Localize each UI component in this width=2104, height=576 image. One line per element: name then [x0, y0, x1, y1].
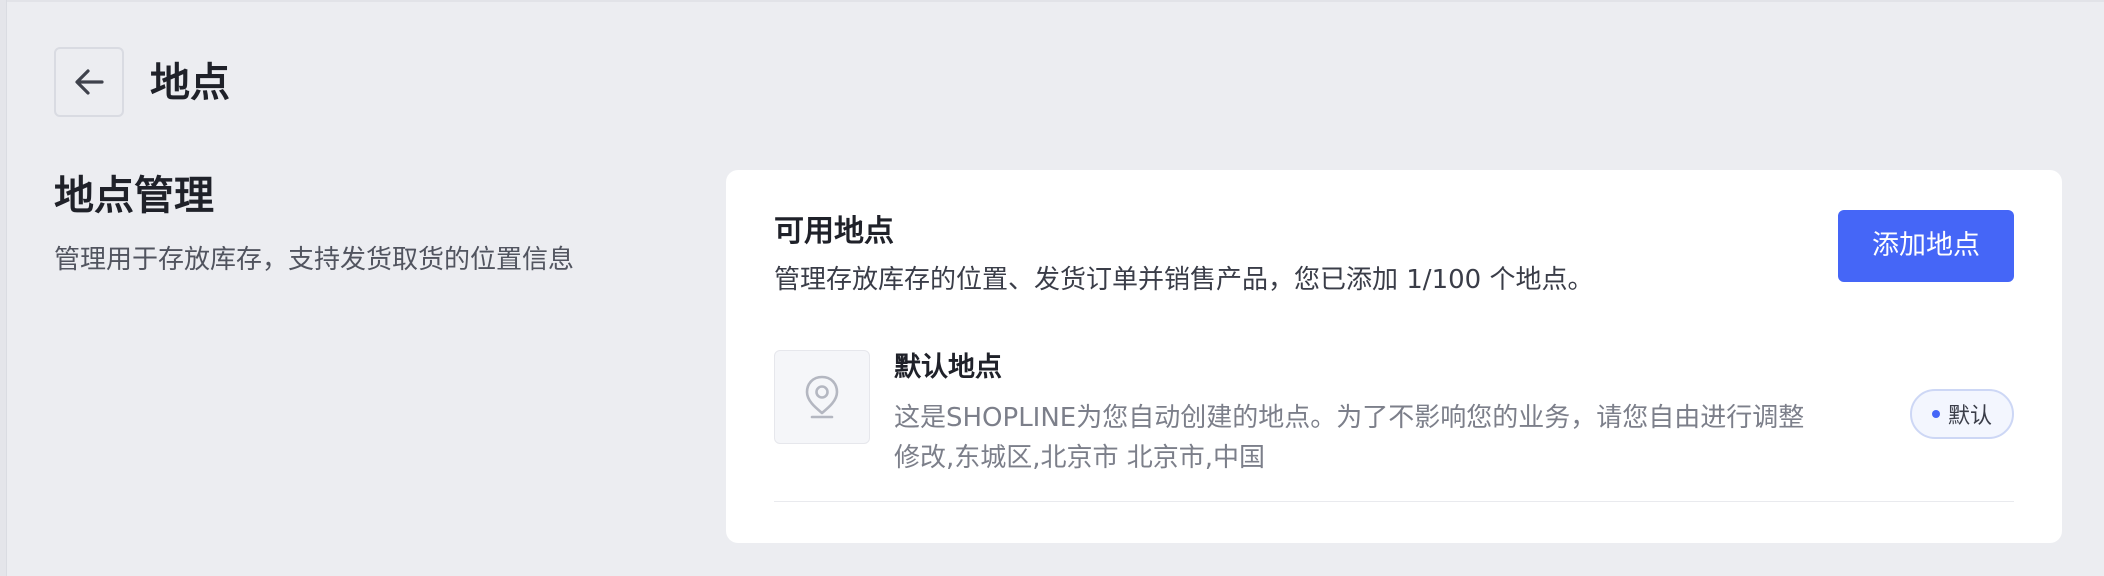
left-rail — [0, 0, 7, 576]
badge-label: 默认 — [1947, 404, 1992, 429]
top-border — [0, 0, 2104, 2]
section-description: 管理用于存放库存，支持发货取货的位置信息 — [54, 245, 575, 275]
arrow-left-icon — [75, 69, 104, 95]
locations-card: 可用地点 管理存放库存的位置、发货订单并销售产品，您已添加 1/100 个地点。… — [726, 170, 2062, 543]
default-badge: 默认 — [1910, 389, 2014, 439]
section-title: 地点管理 — [54, 173, 214, 219]
location-thumbnail — [774, 350, 870, 444]
divider — [774, 501, 2014, 502]
badge-dot-icon — [1931, 410, 1940, 418]
location-address-line: 修改,东城区,北京市 北京市,中国 — [894, 443, 1266, 473]
back-button[interactable] — [54, 47, 124, 117]
card-title: 可用地点 — [774, 214, 894, 249]
add-location-button[interactable]: 添加地点 — [1838, 210, 2014, 282]
location-description-line: 这是SHOPLINE为您自动创建的地点。为了不影响您的业务，请您自由进行调整 — [894, 403, 1805, 433]
page-title: 地点 — [150, 60, 230, 106]
card-description: 管理存放库存的位置、发货订单并销售产品，您已添加 1/100 个地点。 — [774, 265, 1594, 295]
location-description: 这是SHOPLINE为您自动创建的地点。为了不影响您的业务，请您自由进行调整 修… — [894, 398, 1904, 478]
location-name[interactable]: 默认地点 — [894, 350, 1002, 386]
location-pin-icon — [805, 375, 839, 419]
